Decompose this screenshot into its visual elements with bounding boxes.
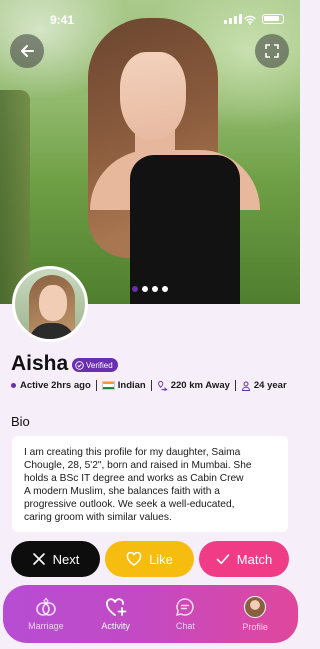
status-time: 9:41 (50, 13, 75, 27)
carousel-dot[interactable] (132, 286, 138, 292)
verified-badge: Verified (72, 358, 118, 372)
person-icon (241, 381, 251, 391)
tab-marriage-label: Marriage (28, 621, 64, 631)
back-arrow-icon (21, 45, 34, 57)
active-status-dot (11, 383, 16, 388)
verified-label: Verified (86, 360, 113, 370)
back-button[interactable] (10, 34, 44, 68)
close-icon (32, 553, 45, 565)
tab-marriage[interactable]: Marriage (16, 597, 76, 631)
avatar[interactable] (12, 266, 88, 342)
verified-icon (75, 360, 84, 370)
tab-activity-label: Activity (101, 621, 130, 631)
expand-icon (265, 44, 279, 58)
profile-avatar-icon (244, 596, 267, 618)
heart-plus-icon (105, 598, 127, 616)
like-label: Like (149, 551, 173, 567)
battery-icon (262, 14, 284, 24)
tab-chat-label: Chat (175, 621, 195, 631)
photo-carousel-indicator[interactable] (132, 286, 168, 292)
bottom-tab-bar: Marriage Activity Chat Profile (3, 585, 298, 643)
rings-icon (36, 597, 56, 616)
tab-activity[interactable]: Activity (86, 597, 146, 631)
location-distance-icon (157, 380, 168, 391)
signal-icon (224, 14, 242, 24)
tab-chat[interactable]: Chat (155, 597, 215, 631)
age: 24 year (253, 380, 287, 391)
next-label: Next (52, 551, 80, 567)
bio-text: I am creating this profile for my daught… (12, 436, 288, 532)
chat-bubble-icon (176, 598, 195, 617)
nationality: Indian (117, 380, 146, 391)
carousel-dot[interactable] (152, 286, 158, 292)
bio-heading: Bio (11, 414, 30, 429)
active-status: Active 2hrs ago (20, 380, 91, 391)
distance: 220 km Away (170, 380, 230, 391)
carousel-dot[interactable] (142, 286, 148, 292)
like-button[interactable]: Like (105, 541, 194, 577)
match-button[interactable]: Match (199, 541, 289, 577)
fullscreen-button[interactable] (255, 34, 289, 68)
profile-name: Aisha (11, 352, 69, 375)
tab-profile[interactable]: Profile (225, 596, 285, 632)
check-icon (216, 554, 230, 565)
heart-icon (126, 552, 142, 566)
match-label: Match (236, 551, 273, 567)
tab-profile-label: Profile (242, 622, 268, 632)
profile-meta: Active 2hrs ago Indian 220 km Away 24 ye… (11, 380, 296, 391)
wifi-icon (244, 14, 256, 28)
status-bar: 9:41 (0, 8, 300, 28)
india-flag-icon (101, 381, 115, 390)
next-button[interactable]: Next (11, 541, 100, 577)
carousel-dot[interactable] (162, 286, 168, 292)
